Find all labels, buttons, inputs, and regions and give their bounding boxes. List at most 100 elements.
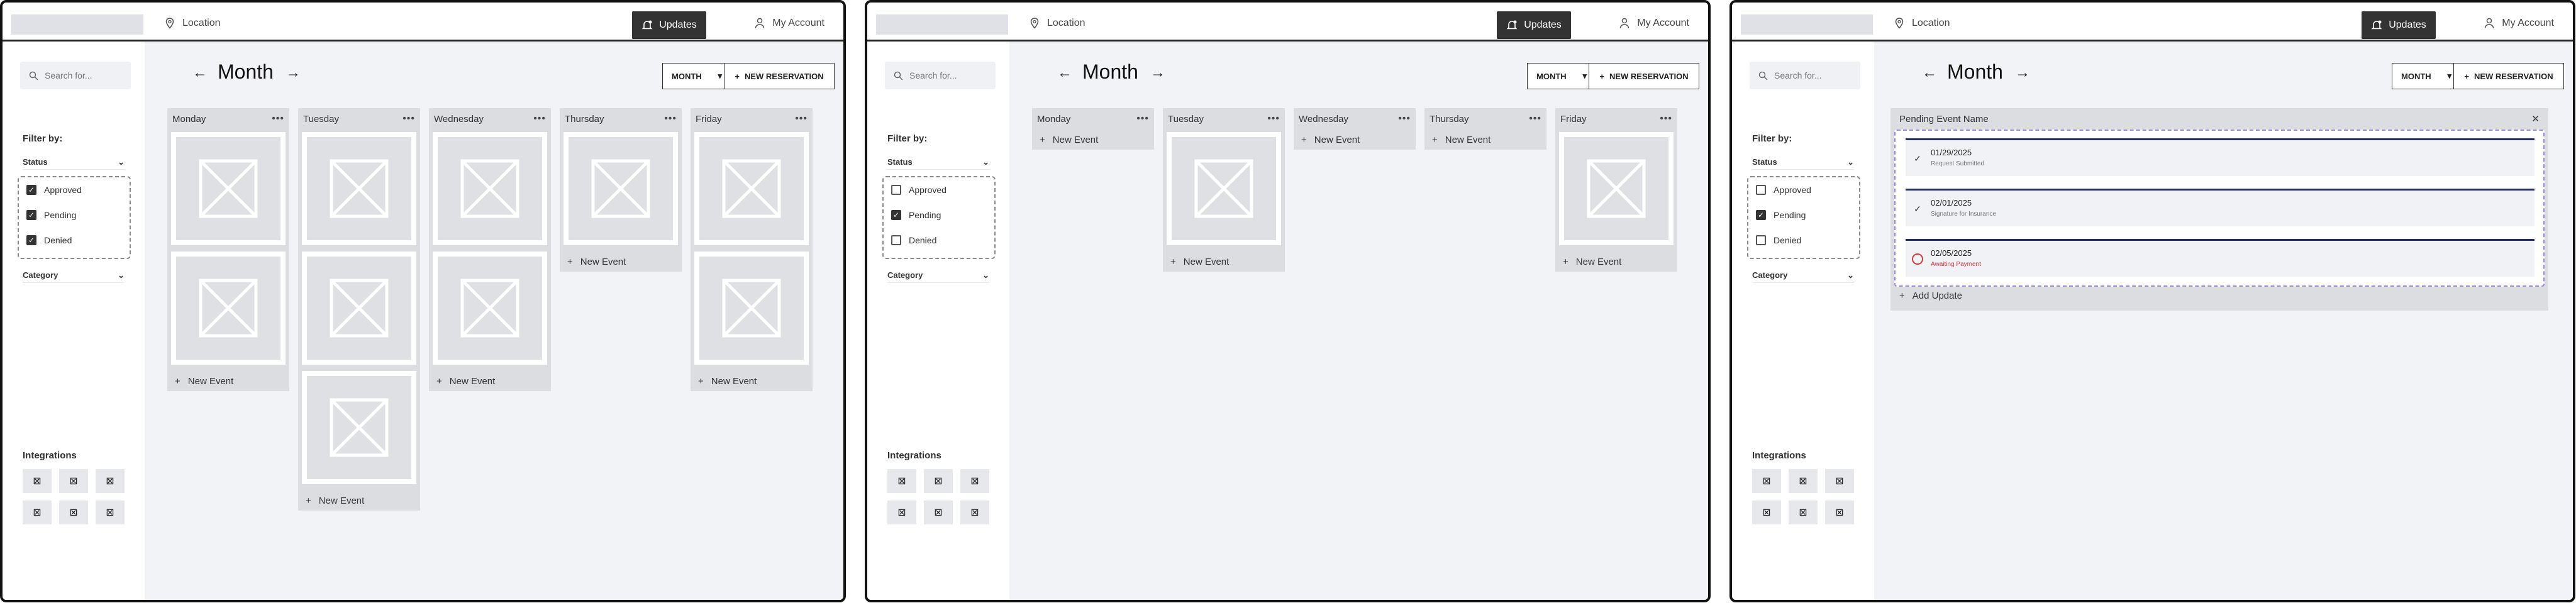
integration-placeholder[interactable]: ⊠ xyxy=(1825,501,1854,524)
search-input[interactable]: Search for... xyxy=(885,62,996,89)
more-icon[interactable]: ••• xyxy=(1136,113,1149,124)
new-event-button[interactable]: + New Event xyxy=(167,371,289,391)
category-dropdown[interactable]: Category ⌄ xyxy=(1752,268,1854,283)
new-event-button[interactable]: + New Event xyxy=(1555,252,1677,272)
new-event-button[interactable]: + New Event xyxy=(691,371,813,391)
event-card[interactable] xyxy=(1167,132,1281,245)
integration-placeholder[interactable]: ⊠ xyxy=(924,469,953,493)
more-icon[interactable]: ••• xyxy=(1660,113,1672,124)
checkbox-denied[interactable]: ✓ xyxy=(26,235,36,245)
update-item[interactable]: 02/05/2025 Awaiting Payment xyxy=(1906,239,2534,277)
option-pending[interactable]: ✓ Pending xyxy=(1756,210,1806,220)
search-input[interactable]: Search for... xyxy=(20,62,131,89)
integration-placeholder[interactable]: ⊠ xyxy=(96,469,125,493)
new-event-button[interactable]: + New Event xyxy=(560,252,682,272)
checkbox-denied[interactable] xyxy=(1756,235,1766,245)
more-icon[interactable]: ••• xyxy=(664,113,677,124)
integration-placeholder[interactable]: ⊠ xyxy=(1752,501,1781,524)
option-denied[interactable]: ✓ Denied xyxy=(26,235,72,245)
more-icon[interactable]: ••• xyxy=(1398,113,1411,124)
status-dropdown[interactable]: Status ⌄ xyxy=(887,155,989,170)
new-event-button[interactable]: + New Event xyxy=(1032,130,1154,150)
next-arrow-icon[interactable]: → xyxy=(286,64,301,82)
event-card[interactable] xyxy=(694,132,809,245)
updates-button[interactable]: Updates xyxy=(2362,11,2436,39)
view-select[interactable]: MONTH ▾ xyxy=(662,63,731,89)
option-denied[interactable]: Denied xyxy=(891,235,936,245)
update-item[interactable]: ✓ 02/01/2025 Signature for Insurance xyxy=(1906,189,2534,226)
checkbox-approved[interactable] xyxy=(891,185,901,195)
new-event-button[interactable]: + New Event xyxy=(298,490,420,511)
category-dropdown[interactable]: Category ⌄ xyxy=(23,268,125,283)
next-arrow-icon[interactable]: → xyxy=(1150,64,1165,82)
event-card[interactable] xyxy=(1559,132,1674,245)
event-card[interactable] xyxy=(433,132,547,245)
event-card[interactable] xyxy=(171,252,286,365)
more-icon[interactable]: ••• xyxy=(272,113,284,124)
event-card[interactable] xyxy=(171,132,286,245)
new-reservation-button[interactable]: + NEW RESERVATION xyxy=(724,63,835,89)
checkbox-approved[interactable]: ✓ xyxy=(26,185,36,195)
add-update-button[interactable]: + Add Update xyxy=(1899,290,1962,301)
event-card[interactable] xyxy=(564,132,678,245)
updates-button[interactable]: Updates xyxy=(1497,11,1571,39)
new-event-button[interactable]: + New Event xyxy=(1294,130,1416,150)
event-card[interactable] xyxy=(694,252,809,365)
option-pending[interactable]: ✓ Pending xyxy=(26,210,76,220)
integration-placeholder[interactable]: ⊠ xyxy=(23,501,52,524)
integration-placeholder[interactable]: ⊠ xyxy=(887,469,916,493)
view-select[interactable]: MONTH ▾ xyxy=(2392,63,2461,89)
status-dropdown[interactable]: Status ⌄ xyxy=(1752,155,1854,170)
close-icon[interactable]: ✕ xyxy=(2531,113,2540,124)
integration-placeholder[interactable]: ⊠ xyxy=(1825,469,1854,493)
new-event-button[interactable]: + New Event xyxy=(429,371,551,391)
more-icon[interactable]: ••• xyxy=(795,113,808,124)
option-pending[interactable]: ✓ Pending xyxy=(891,210,941,220)
checkbox-pending[interactable]: ✓ xyxy=(891,210,901,220)
event-card[interactable] xyxy=(433,252,547,365)
new-event-button[interactable]: + New Event xyxy=(1163,252,1285,272)
category-dropdown[interactable]: Category ⌄ xyxy=(887,268,989,283)
my-account-link[interactable]: My Account xyxy=(755,18,824,29)
option-approved[interactable]: Approved xyxy=(1756,185,1811,195)
prev-arrow-icon[interactable]: ← xyxy=(1922,64,1937,82)
new-event-button[interactable]: + New Event xyxy=(1424,130,1546,150)
location-link[interactable]: Location xyxy=(1030,18,1085,29)
event-card[interactable] xyxy=(302,132,416,245)
prev-arrow-icon[interactable]: ← xyxy=(192,64,208,82)
my-account-link[interactable]: My Account xyxy=(2484,18,2554,29)
update-item[interactable]: ✓ 01/29/2025 Request Submitted xyxy=(1906,138,2534,176)
option-approved[interactable]: Approved xyxy=(891,185,947,195)
more-icon[interactable]: ••• xyxy=(533,113,546,124)
integration-placeholder[interactable]: ⊠ xyxy=(960,501,989,524)
my-account-link[interactable]: My Account xyxy=(1619,18,1689,29)
option-denied[interactable]: Denied xyxy=(1756,235,1801,245)
updates-button[interactable]: Updates xyxy=(632,11,706,39)
integration-placeholder[interactable]: ⊠ xyxy=(887,501,916,524)
option-approved[interactable]: ✓ Approved xyxy=(26,185,82,195)
more-icon[interactable]: ••• xyxy=(402,113,415,124)
more-icon[interactable]: ••• xyxy=(1267,113,1280,124)
new-reservation-button[interactable]: + NEW RESERVATION xyxy=(1589,63,1699,89)
location-link[interactable]: Location xyxy=(1894,18,1950,29)
search-input[interactable]: Search for... xyxy=(1750,62,1860,89)
checkbox-pending[interactable]: ✓ xyxy=(26,210,36,220)
status-dropdown[interactable]: Status ⌄ xyxy=(23,155,125,170)
checkbox-denied[interactable] xyxy=(891,235,901,245)
event-card[interactable] xyxy=(302,252,416,365)
event-card[interactable] xyxy=(302,371,416,484)
checkbox-approved[interactable] xyxy=(1756,185,1766,195)
integration-placeholder[interactable]: ⊠ xyxy=(1789,469,1818,493)
checkbox-pending[interactable]: ✓ xyxy=(1756,210,1766,220)
integration-placeholder[interactable]: ⊠ xyxy=(1752,469,1781,493)
more-icon[interactable]: ••• xyxy=(1529,113,1541,124)
integration-placeholder[interactable]: ⊠ xyxy=(23,469,52,493)
integration-placeholder[interactable]: ⊠ xyxy=(59,469,88,493)
new-reservation-button[interactable]: + NEW RESERVATION xyxy=(2453,63,2564,89)
integration-placeholder[interactable]: ⊠ xyxy=(1789,501,1818,524)
prev-arrow-icon[interactable]: ← xyxy=(1057,64,1072,82)
integration-placeholder[interactable]: ⊠ xyxy=(924,501,953,524)
view-select[interactable]: MONTH ▾ xyxy=(1527,63,1596,89)
next-arrow-icon[interactable]: → xyxy=(2015,64,2030,82)
location-link[interactable]: Location xyxy=(165,18,221,29)
